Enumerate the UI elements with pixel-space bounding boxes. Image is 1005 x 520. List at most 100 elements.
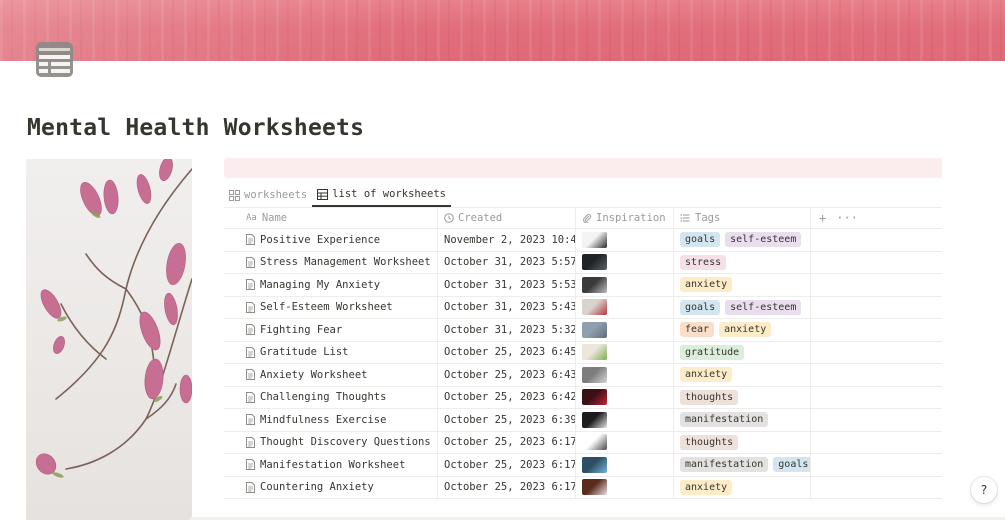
- tag-badge: anxiety: [680, 277, 733, 293]
- cell-inspiration[interactable]: [576, 274, 674, 296]
- calendar-table-icon[interactable]: [34, 40, 76, 80]
- tag-badge: fear: [680, 322, 715, 338]
- cell-created: October 25, 2023 6:17: [438, 431, 576, 453]
- inspiration-thumbnail[interactable]: [582, 344, 607, 361]
- inspiration-thumbnail[interactable]: [582, 276, 607, 293]
- cell-tags[interactable]: anxiety: [674, 364, 811, 386]
- cell-name[interactable]: Fighting Fear: [224, 319, 438, 341]
- cell-tags[interactable]: anxiety: [674, 274, 811, 296]
- tab-worksheets[interactable]: worksheets: [224, 183, 312, 207]
- inspiration-thumbnail[interactable]: [582, 299, 607, 316]
- tag-badge: self-esteem: [725, 299, 802, 315]
- cell-tags[interactable]: stress: [674, 251, 811, 273]
- worksheet-name: Stress Management Worksheet: [260, 256, 431, 269]
- cell-name[interactable]: Gratitude List: [224, 341, 438, 363]
- cell-tags[interactable]: goals self-esteem: [674, 296, 811, 318]
- table-row[interactable]: Manifestation Worksheet October 25, 2023 …: [224, 454, 942, 477]
- help-button[interactable]: ?: [971, 477, 997, 503]
- magnolia-branch-image: [26, 159, 192, 520]
- table-row[interactable]: Self-Esteem Worksheet October 31, 2023 5:…: [224, 296, 942, 319]
- inspiration-thumbnail[interactable]: [582, 254, 607, 271]
- table-row[interactable]: Countering Anxiety October 25, 2023 6:17 a…: [224, 476, 942, 499]
- cell-name[interactable]: Stress Management Worksheet: [224, 251, 438, 273]
- add-column-button[interactable]: +: [819, 211, 826, 225]
- cell-tags[interactable]: manifestation: [674, 409, 811, 431]
- inspiration-thumbnail[interactable]: [582, 479, 607, 496]
- column-label: Tags: [695, 212, 721, 224]
- cell-inspiration[interactable]: [576, 296, 674, 318]
- tag-badge: goals: [680, 299, 721, 315]
- cell-created: October 31, 2023 5:43: [438, 296, 576, 318]
- inspiration-thumbnail[interactable]: [582, 231, 607, 248]
- cell-empty: [811, 454, 942, 476]
- cell-name[interactable]: Manifestation Worksheet: [224, 454, 438, 476]
- page-cover[interactable]: [0, 0, 1005, 61]
- table-row[interactable]: Stress Management Worksheet October 31, 2…: [224, 251, 942, 274]
- cell-inspiration[interactable]: [576, 431, 674, 453]
- cell-name[interactable]: Thought Discovery Questions: [224, 431, 438, 453]
- cell-inspiration[interactable]: [576, 251, 674, 273]
- cell-inspiration[interactable]: [576, 364, 674, 386]
- inspiration-thumbnail[interactable]: [582, 321, 607, 338]
- page-document-icon: [246, 301, 255, 313]
- cell-inspiration[interactable]: [576, 229, 674, 251]
- cell-empty: [811, 387, 942, 409]
- cell-tags[interactable]: goals self-esteem: [674, 229, 811, 251]
- cell-name[interactable]: Managing My Anxiety: [224, 274, 438, 296]
- cell-name[interactable]: Countering Anxiety: [224, 476, 438, 498]
- table-row[interactable]: Anxiety Worksheet October 25, 2023 6:43 an…: [224, 364, 942, 387]
- worksheet-name: Challenging Thoughts: [260, 391, 387, 404]
- table-row[interactable]: Fighting Fear October 31, 2023 5:32 fear an…: [224, 319, 942, 342]
- table-row[interactable]: Challenging Thoughts October 25, 2023 6:4…: [224, 386, 942, 409]
- cell-inspiration[interactable]: [576, 341, 674, 363]
- cell-empty: [811, 432, 942, 454]
- more-options-button[interactable]: ···: [836, 211, 858, 225]
- table-icon: [317, 188, 329, 200]
- column-label: Created: [458, 212, 503, 224]
- column-header-inspiration[interactable]: Inspiration: [576, 208, 674, 228]
- table-row[interactable]: Gratitude List October 25, 2023 6:45 grati…: [224, 341, 942, 364]
- cell-empty: [811, 342, 942, 364]
- cell-name[interactable]: Mindfulness Exercise: [224, 409, 438, 431]
- cell-tags[interactable]: thoughts: [674, 431, 811, 453]
- tag-badge: self-esteem: [725, 232, 802, 248]
- cell-inspiration[interactable]: [576, 386, 674, 408]
- cell-name[interactable]: Anxiety Worksheet: [224, 364, 438, 386]
- inspiration-thumbnail[interactable]: [582, 411, 607, 428]
- table-row[interactable]: Thought Discovery Questions October 25, 2…: [224, 431, 942, 454]
- cell-tags[interactable]: fear anxiety: [674, 319, 811, 341]
- inspiration-thumbnail[interactable]: [582, 434, 607, 451]
- cell-tags[interactable]: gratitude: [674, 341, 811, 363]
- worksheet-name: Gratitude List: [260, 346, 349, 359]
- cell-tags[interactable]: thoughts: [674, 386, 811, 408]
- page-document-icon: [246, 481, 255, 493]
- callout-banner: [224, 158, 942, 178]
- tag-badge: gratitude: [680, 344, 745, 360]
- cell-empty: [811, 409, 942, 431]
- worksheet-name: Fighting Fear: [260, 323, 343, 336]
- table-row[interactable]: Positive Experience November 2, 2023 10:4…: [224, 229, 942, 252]
- cell-inspiration[interactable]: [576, 319, 674, 341]
- column-header-created[interactable]: Created: [438, 208, 576, 228]
- tag-badge: anxiety: [719, 322, 772, 338]
- table-row[interactable]: Mindfulness Exercise October 25, 2023 6:3…: [224, 409, 942, 432]
- inspiration-thumbnail[interactable]: [582, 456, 607, 473]
- tab-list-of-worksheets[interactable]: list of worksheets: [312, 183, 452, 207]
- cell-tags[interactable]: manifestation goals: [674, 454, 811, 476]
- inspiration-thumbnail[interactable]: [582, 389, 607, 406]
- page-document-icon: [246, 369, 255, 381]
- column-header-name[interactable]: Aa Name: [224, 208, 438, 228]
- cell-inspiration[interactable]: [576, 409, 674, 431]
- cell-name[interactable]: Challenging Thoughts: [224, 386, 438, 408]
- table-row[interactable]: Managing My Anxiety October 31, 2023 5:53…: [224, 274, 942, 297]
- inspiration-thumbnail[interactable]: [582, 366, 607, 383]
- cell-empty: [811, 319, 942, 341]
- cell-created: October 25, 2023 6:45: [438, 341, 576, 363]
- cell-name[interactable]: Positive Experience: [224, 229, 438, 251]
- cell-tags[interactable]: anxiety: [674, 476, 811, 498]
- cell-inspiration[interactable]: [576, 454, 674, 476]
- cell-empty: [811, 477, 942, 499]
- cell-inspiration[interactable]: [576, 476, 674, 498]
- column-header-tags[interactable]: Tags: [674, 208, 811, 228]
- cell-name[interactable]: Self-Esteem Worksheet: [224, 296, 438, 318]
